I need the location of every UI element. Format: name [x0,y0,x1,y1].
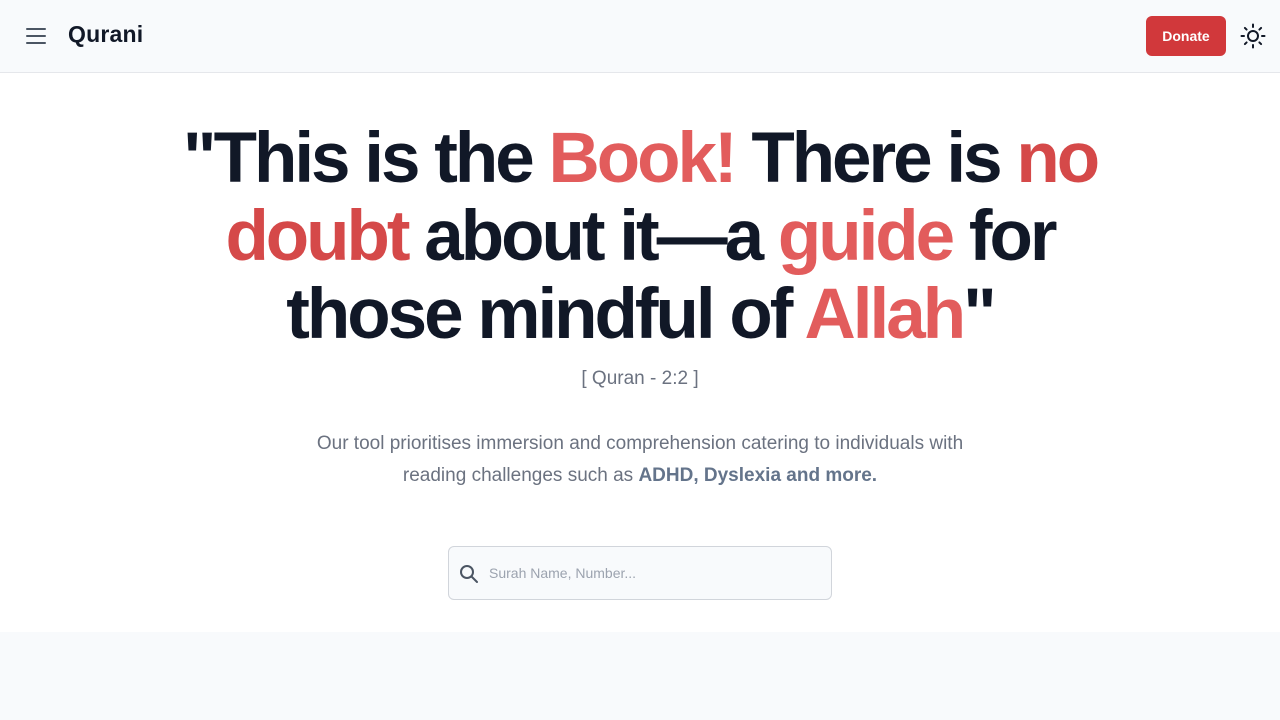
quote-highlight-guide: guide [777,197,955,276]
quote-text: about it—a [407,197,778,276]
quote-highlight-book: Book! [548,119,737,198]
footer-band [0,632,1280,720]
hero-description: Our tool prioritises immersion and compr… [290,428,990,492]
brand-title[interactable]: Qurani [68,21,143,48]
quote-text: There is [734,119,1017,198]
quote-highlight-allah: Allah [804,275,966,354]
quote-text: " [963,275,997,354]
quote-text: "This is the [182,119,549,198]
surah-search[interactable] [448,546,832,600]
search-input[interactable] [489,547,819,599]
sun-icon[interactable] [1240,23,1266,49]
quote-reference: [ Quran - 2:2 ] [581,368,699,389]
description-emphasis: ADHD, Dyslexia and more. [638,465,878,486]
donate-button[interactable]: Donate [1146,16,1226,56]
hamburger-menu-icon[interactable] [24,24,48,48]
hero-quote: "This is the Book! There is no doubt abo… [140,120,1140,354]
search-icon [460,565,478,583]
navbar: Qurani Donate [0,0,1280,73]
